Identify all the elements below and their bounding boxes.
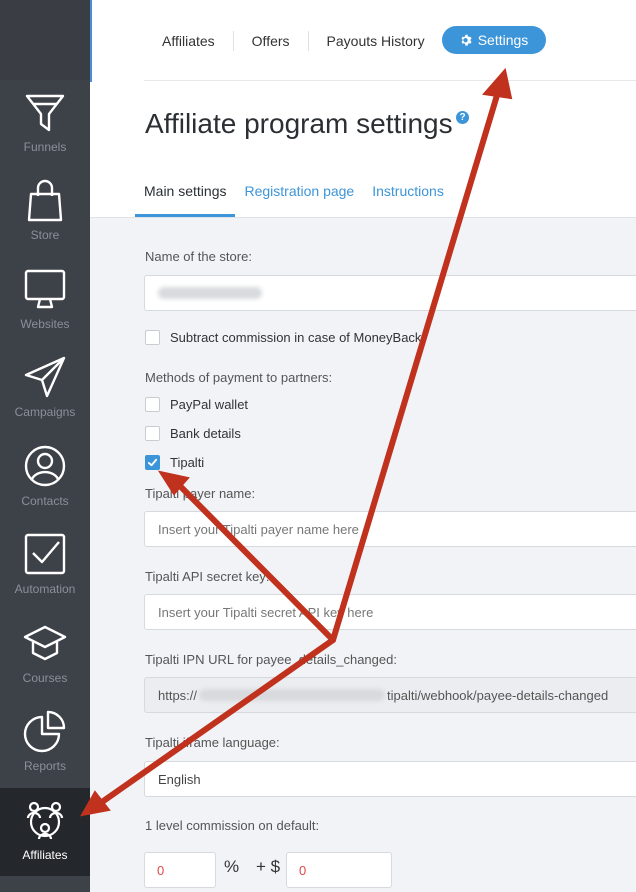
subtract-commission-checkbox[interactable] xyxy=(145,330,160,345)
bank-details-checkbox[interactable] xyxy=(145,426,160,441)
tabs-divider xyxy=(90,217,636,218)
ipn-url-label: Tipalti IPN URL for payee_details_change… xyxy=(145,652,397,667)
method-bank-row[interactable]: Bank details xyxy=(145,426,241,441)
funnel-icon xyxy=(25,94,65,132)
sidebar-item-label: Affiliates xyxy=(22,848,68,862)
subtract-commission-label: Subtract commission in case of MoneyBack xyxy=(170,330,422,345)
commission-fixed-input[interactable]: 0 xyxy=(286,852,392,888)
sidebar-item-reports[interactable]: Reports xyxy=(0,699,90,787)
settings-button[interactable]: Settings xyxy=(442,26,546,54)
tab-registration-page[interactable]: Registration page xyxy=(235,178,363,217)
sidebar-item-affiliates[interactable]: Affiliates xyxy=(0,788,90,876)
tab-instructions[interactable]: Instructions xyxy=(363,178,453,217)
page-title: Affiliate program settings xyxy=(145,108,453,139)
tab-main-settings[interactable]: Main settings xyxy=(135,178,236,217)
sidebar-item-label: Contacts xyxy=(21,494,69,508)
ipn-url-field[interactable]: https:// tipalti/webhook/payee-details-c… xyxy=(144,677,636,713)
settings-subtabs: Main settings Registration page Instruct… xyxy=(135,178,453,217)
sidebar-item-label: Websites xyxy=(20,317,70,331)
store-name-input[interactable] xyxy=(144,275,636,311)
ipn-url-suffix: tipalti/webhook/payee-details-changed xyxy=(387,687,609,703)
ipn-url-prefix: https:// xyxy=(158,687,198,703)
iframe-language-label: Tipalti iframe language: xyxy=(145,735,280,750)
tipalti-checkbox[interactable] xyxy=(145,455,160,470)
api-key-label: Tipalti API secret key: xyxy=(145,569,270,584)
sidebar-item-websites[interactable]: Websites xyxy=(0,257,90,345)
paypal-checkbox[interactable] xyxy=(145,397,160,412)
payer-name-input[interactable]: Insert your Tipalti payer name here xyxy=(144,511,636,547)
store-name-label: Name of the store: xyxy=(145,249,252,264)
commission-label: 1 level commission on default: xyxy=(145,818,320,833)
checkbox-icon xyxy=(24,533,66,575)
gear-icon xyxy=(461,34,472,46)
top-nav-tabs: Affiliates Offers Payouts History xyxy=(145,27,443,55)
tab-offers[interactable]: Offers xyxy=(234,31,309,51)
monitor-icon xyxy=(24,269,66,309)
user-circle-icon xyxy=(24,445,66,487)
redacted-domain xyxy=(199,689,386,701)
method-tipalti-row[interactable]: Tipalti xyxy=(145,455,204,470)
sidebar-item-courses[interactable]: Courses xyxy=(0,611,90,699)
paper-plane-icon xyxy=(24,356,66,398)
tab-payouts-history[interactable]: Payouts History xyxy=(309,31,443,51)
sidebar-item-label: Campaigns xyxy=(14,405,76,419)
sidebar: Funnels Store Websites Campaigns Contact… xyxy=(0,0,90,892)
payer-name-label: Tipalti payer name: xyxy=(145,486,256,501)
shopping-bag-icon xyxy=(27,179,63,222)
api-key-input[interactable]: Insert your Tipalti secret API key here xyxy=(144,594,636,630)
header-divider xyxy=(144,80,636,81)
subtract-commission-row[interactable]: Subtract commission in case of MoneyBack xyxy=(145,330,421,345)
sidebar-item-store[interactable]: Store xyxy=(0,168,90,256)
sidebar-item-label: Reports xyxy=(23,759,67,773)
iframe-language-select[interactable]: English xyxy=(144,761,636,797)
help-icon[interactable]: ? xyxy=(456,111,469,124)
plus-dollar-sign: + $ xyxy=(256,857,281,876)
sidebar-item-automation[interactable]: Automation xyxy=(0,522,90,610)
pie-chart-icon xyxy=(23,710,66,753)
sidebar-logo-area xyxy=(0,0,90,80)
sidebar-item-campaigns[interactable]: Campaigns xyxy=(0,345,90,433)
paypal-label: PayPal wallet xyxy=(170,397,249,412)
commission-percent-input[interactable]: 0 xyxy=(144,852,216,888)
sidebar-item-label: Courses xyxy=(22,671,68,685)
sidebar-item-label: Store xyxy=(30,228,60,242)
affiliates-network-icon xyxy=(26,801,64,840)
sidebar-item-contacts[interactable]: Contacts xyxy=(0,434,90,522)
graduation-cap-icon xyxy=(23,625,67,661)
percent-sign: % xyxy=(224,857,240,876)
payment-methods-label: Methods of payment to partners: xyxy=(145,370,333,385)
checkmark-icon xyxy=(147,458,158,467)
sidebar-item-label: Automation xyxy=(14,582,76,596)
tab-affiliates[interactable]: Affiliates xyxy=(145,31,234,51)
method-paypal-row[interactable]: PayPal wallet xyxy=(145,397,248,412)
redacted-value xyxy=(158,287,262,299)
bank-details-label: Bank details xyxy=(170,426,241,441)
tipalti-label: Tipalti xyxy=(170,455,205,470)
sidebar-item-label: Funnels xyxy=(23,140,67,154)
sidebar-item-funnels[interactable]: Funnels xyxy=(0,80,90,168)
settings-button-label: Settings xyxy=(477,32,529,48)
